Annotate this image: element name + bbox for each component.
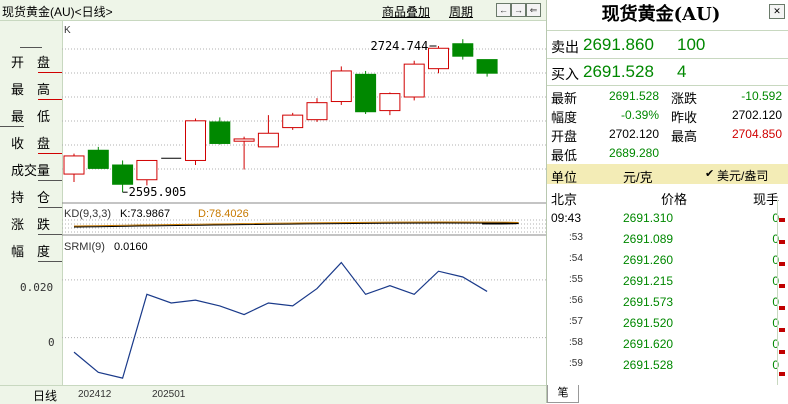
stat-percent-value: -0.39% [620, 108, 659, 122]
kd-k-value: K:73.9867 [120, 208, 170, 220]
stat-label: 开盘 [551, 129, 578, 144]
stat-label: 涨跌 [671, 91, 698, 106]
srmi-label: SRMI(9) [64, 241, 105, 253]
menu-item-percent[interactable]: 幅度 [0, 237, 62, 261]
candle-body [87, 149, 109, 169]
sell-qty: 100 [677, 35, 706, 54]
candle-body [63, 155, 85, 175]
candle-body [209, 121, 231, 144]
tick-header-time: 北京 [551, 192, 578, 207]
indicator-menu: 开盘 最高 最低 收盘 成交量 持仓 涨跌 幅度 [0, 21, 63, 385]
tick-row: :59 2691.528 0 [569, 358, 779, 372]
arrow-left-icon[interactable]: ← [496, 3, 511, 17]
tick-row: :53 2691.089 0 [569, 232, 779, 246]
buy-price: 2691.528 [583, 62, 654, 81]
srmi-axis-tick: 0.020 [20, 281, 54, 294]
alt-unit-toggle[interactable]: 美元/盎司 [717, 167, 768, 184]
menu-item-high[interactable]: 最高 [0, 75, 62, 99]
tick-header-qty: 现手 [753, 192, 780, 207]
menu-item-close[interactable]: 收盘 [0, 129, 62, 153]
unit-value: 元/克 [623, 170, 653, 185]
date-label: 202501 [152, 389, 186, 400]
menu-item-open[interactable]: 开盘 [0, 48, 62, 72]
tab-ticks[interactable]: 笔 [547, 385, 579, 403]
overlay-commodity-link[interactable]: 商品叠加 [382, 3, 430, 20]
candle-body [306, 102, 328, 121]
stat-label: 幅度 [551, 110, 578, 125]
chart-title: 现货黄金(AU)<日线> [2, 5, 113, 19]
scroll-marker [779, 284, 785, 288]
tick-row: :56 2691.573 0 [569, 295, 779, 309]
period-label: 日线 [33, 389, 58, 403]
panel-title: 现货黄金(AU) [601, 4, 721, 25]
arrow-right-icon[interactable]: → [511, 3, 526, 17]
scroll-marker [779, 262, 785, 266]
menu-item-change[interactable]: 涨跌 [0, 210, 62, 234]
sell-price: 2691.860 [583, 35, 654, 54]
menu-item-volume[interactable]: 成交量 [0, 156, 62, 180]
stat-label: 最新 [551, 91, 578, 106]
quote-panel: 现货黄金(AU) ✕ 卖出 2691.860 100 买入 2691.528 4… [546, 0, 788, 403]
candle-body [282, 114, 304, 129]
tick-row: :55 2691.215 0 [569, 274, 779, 288]
candle-body [185, 120, 206, 161]
sell-label: 卖出 [551, 39, 579, 55]
scroll-marker [779, 218, 785, 222]
tick-row: 09:43 2691.310 0 [551, 211, 779, 225]
menu-item-low[interactable]: 最低 [0, 102, 62, 126]
period-link[interactable]: 周期 [449, 3, 473, 20]
stat-label: 最高 [671, 129, 698, 144]
menu-item-open-interest[interactable]: 持仓 [0, 183, 62, 207]
chart-toolbar: 现货黄金(AU)<日线> 商品叠加 周期 ← → ⇐ [0, 0, 546, 21]
scroll-marker [779, 350, 785, 354]
main-chart-label: K [64, 25, 71, 36]
stat-label: 最低 [551, 148, 578, 163]
srmi-value: 0.0160 [114, 241, 148, 253]
high-annotation: 2724.744 [371, 39, 429, 53]
tick-row: :58 2691.620 0 [569, 337, 779, 351]
stat-open-value: 2702.120 [608, 127, 659, 141]
tick-row: :57 2691.520 0 [569, 316, 779, 330]
scroll-marker [779, 328, 785, 332]
srmi-axis-tick: 0 [48, 336, 55, 349]
stat-change-value: -10.592 [741, 89, 782, 103]
candle-body [403, 63, 425, 98]
candle-body [330, 70, 352, 103]
kd-label: KD(9,3,3) [64, 208, 111, 220]
buy-label: 买入 [551, 66, 579, 82]
scroll-marker [779, 306, 785, 310]
close-icon[interactable]: ✕ [769, 4, 785, 19]
scroll-marker [779, 372, 785, 376]
low-annotation: 2595.905 [129, 185, 187, 199]
tick-scrollbar[interactable] [777, 200, 788, 385]
candle-body [233, 138, 255, 142]
scroll-marker [779, 240, 785, 244]
stat-latest-value: 2691.528 [608, 89, 659, 103]
date-label: 202412 [78, 389, 112, 400]
stat-high-value: 2704.850 [731, 127, 782, 141]
kd-d-value: D:78.4026 [198, 208, 249, 220]
stat-prev-close-value: 2702.120 [731, 108, 782, 122]
buy-qty: 4 [677, 62, 687, 81]
candle-body [136, 159, 158, 181]
double-left-icon[interactable]: ⇐ [526, 3, 541, 17]
candle-body [428, 47, 449, 70]
candle-body [476, 59, 498, 74]
check-icon: ✔ [705, 168, 715, 180]
stat-low-value: 2689.280 [608, 146, 659, 160]
candle-body [379, 93, 401, 112]
tick-row: :54 2691.260 0 [569, 253, 779, 267]
stat-label: 昨收 [671, 110, 698, 125]
unit-row: 单位 元/克 ✔ 美元/盎司 [547, 164, 788, 185]
candle-body [257, 132, 279, 148]
candle-body [355, 73, 377, 113]
tick-header-price: 价格 [661, 192, 688, 207]
candle-body [452, 43, 474, 57]
kline-chart[interactable]: K 2724.744 2595.905 KD(9,3,3) K:73.9867 D:78.… [62, 21, 546, 385]
candle-body [112, 164, 134, 185]
